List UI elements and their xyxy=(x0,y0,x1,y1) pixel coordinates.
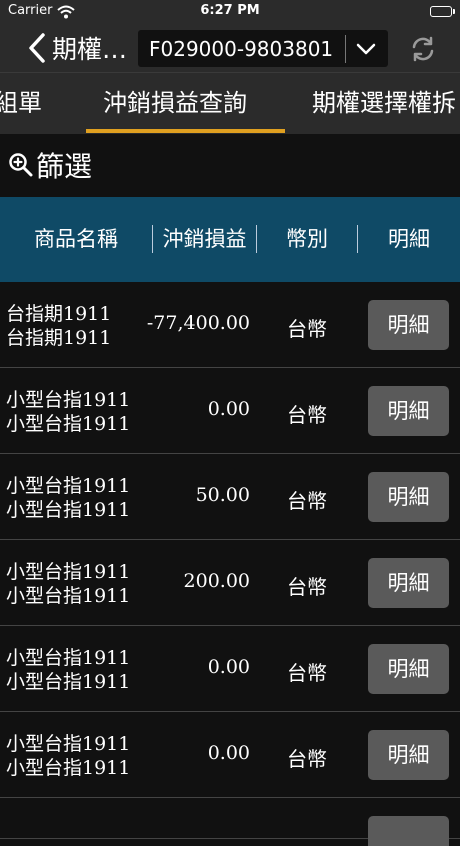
product-line-2: 小型台指1911 xyxy=(6,585,131,607)
currency-value: 台幣 xyxy=(287,575,327,599)
product-line-2: 台指期1911 xyxy=(6,327,112,349)
product-line-1: 小型台指1911 xyxy=(6,561,131,583)
product-line-2: 小型台指1911 xyxy=(6,757,131,779)
zoom-in-icon xyxy=(9,153,33,177)
detail-button[interactable]: 明細 xyxy=(368,300,449,350)
status-time: 6:27 PM xyxy=(200,3,260,18)
pnl-value: 50.00 xyxy=(195,484,250,506)
product-line-1: 小型台指1911 xyxy=(6,389,131,411)
filter-label: 篩選 xyxy=(36,150,93,183)
table-row: 小型台指1911 小型台指1911 0.00 台幣 明細 xyxy=(0,368,460,454)
chevron-left-icon xyxy=(29,33,45,63)
product-name: 小型台指1911 小型台指1911 xyxy=(6,388,130,436)
detail-button[interactable]: 明細 xyxy=(368,644,449,694)
product-name: 小型台指1911 小型台指1911 xyxy=(6,732,130,780)
currency-value: 台幣 xyxy=(287,489,327,513)
tab-combo-order[interactable]: 組單 xyxy=(0,73,42,134)
product-line-1: 小型台指1911 xyxy=(6,647,131,669)
product-line-2: 小型台指1911 xyxy=(6,413,131,435)
product-line-1: 小型台指1911 xyxy=(6,475,131,497)
tab-offset-pnl[interactable]: 沖銷損益查詢 xyxy=(103,73,247,134)
table-row: 台指期1911 台指期1911 -77,400.00 台幣 明細 xyxy=(0,282,460,368)
account-value: F029000-9803801 xyxy=(149,36,334,61)
currency-value: 台幣 xyxy=(287,317,327,341)
tab-bar: 組單 沖銷損益查詢 期權選擇權拆 xyxy=(0,72,460,134)
table-row: 小型台指1911 小型台指1911 200.00 台幣 明細 xyxy=(0,540,460,626)
chevron-down-icon[interactable] xyxy=(346,42,386,56)
product-line-1: 台指期1911 xyxy=(6,303,112,325)
product-name: 小型台指1911 小型台指1911 xyxy=(6,474,130,522)
table-header: 商品名稱 沖銷損益 幣別 明細 xyxy=(0,197,460,282)
table-row-partial xyxy=(0,798,460,846)
pnl-value: -77,400.00 xyxy=(146,312,250,334)
detail-button[interactable]: 明細 xyxy=(368,386,449,436)
status-bar: Carrier 6:27 PM xyxy=(0,0,460,24)
product-name: 小型台指1911 小型台指1911 xyxy=(6,646,130,694)
battery-icon xyxy=(430,6,452,17)
table-row: 小型台指1911 小型台指1911 0.00 台幣 明細 xyxy=(0,626,460,712)
product-line-2: 小型台指1911 xyxy=(6,671,131,693)
pnl-value: 0.00 xyxy=(207,656,250,678)
column-header-product: 商品名稱 xyxy=(34,227,118,251)
active-tab-indicator xyxy=(86,129,285,133)
refresh-button[interactable] xyxy=(405,32,441,66)
nav-title: 期權… xyxy=(52,35,128,64)
detail-button[interactable]: 明細 xyxy=(368,472,449,522)
pnl-value: 200.00 xyxy=(183,570,250,592)
column-header-detail: 明細 xyxy=(388,227,430,251)
currency-value: 台幣 xyxy=(287,661,327,685)
detail-button[interactable]: 明細 xyxy=(368,730,449,780)
back-button[interactable]: 期權… xyxy=(26,30,127,66)
detail-button[interactable]: 明細 xyxy=(368,558,449,608)
detail-button[interactable] xyxy=(368,816,449,846)
pnl-value: 0.00 xyxy=(207,742,250,764)
product-name: 台指期1911 台指期1911 xyxy=(6,302,111,350)
product-line-2: 小型台指1911 xyxy=(6,499,131,521)
currency-value: 台幣 xyxy=(287,403,327,427)
nav-bar: 期權… F029000-9803801 xyxy=(0,24,460,72)
account-select[interactable]: F029000-9803801 xyxy=(138,30,388,67)
filter-button[interactable]: 篩選 xyxy=(8,147,92,183)
table-row: 小型台指1911 小型台指1911 50.00 台幣 明細 xyxy=(0,454,460,540)
currency-value: 台幣 xyxy=(287,747,327,771)
results-list: 台指期1911 台指期1911 -77,400.00 台幣 明細 小型台指191… xyxy=(0,282,460,846)
table-row: 小型台指1911 小型台指1911 0.00 台幣 明細 xyxy=(0,712,460,798)
column-header-currency: 幣別 xyxy=(286,227,328,251)
refresh-icon xyxy=(412,36,434,62)
pnl-value: 0.00 xyxy=(207,398,250,420)
product-name: 小型台指1911 小型台指1911 xyxy=(6,560,130,608)
filter-row: 篩選 xyxy=(0,134,460,196)
product-line-1: 小型台指1911 xyxy=(6,733,131,755)
battery-tip xyxy=(453,9,455,14)
column-header-pnl: 沖銷損益 xyxy=(162,227,247,251)
tab-options-split[interactable]: 期權選擇權拆 xyxy=(312,73,456,134)
